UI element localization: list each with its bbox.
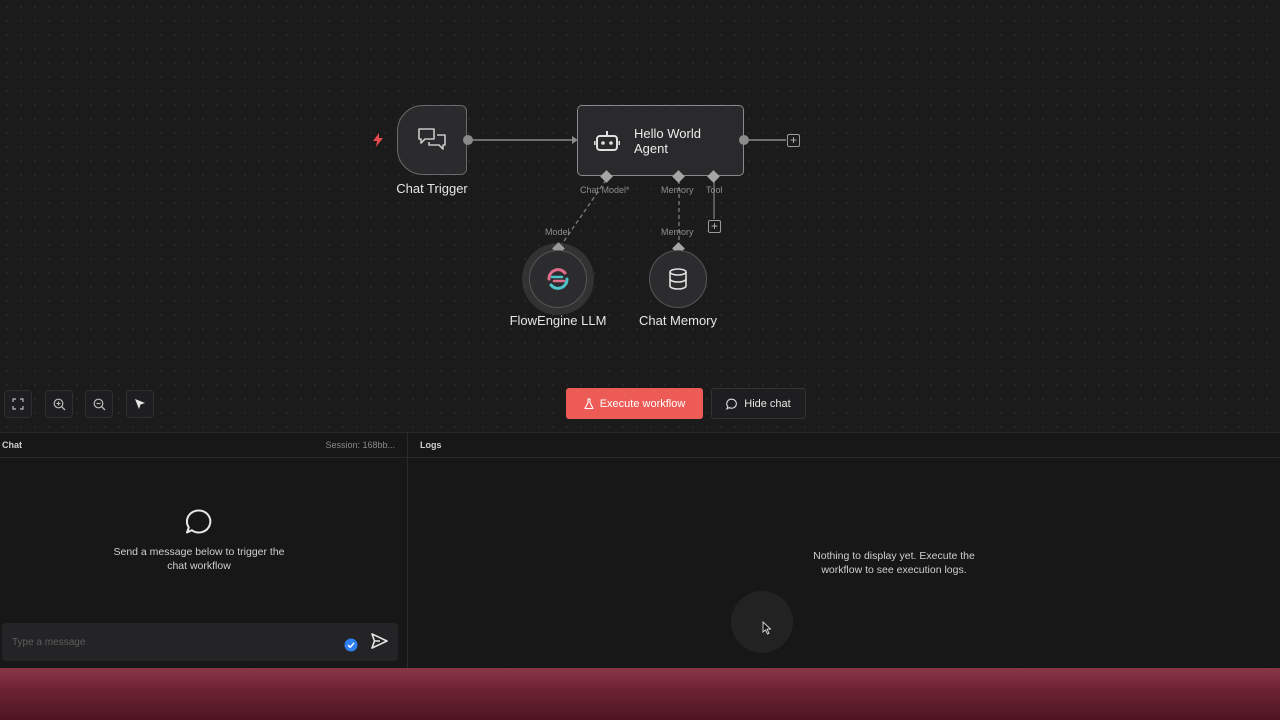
message-input-box (2, 623, 398, 661)
fit-view-button[interactable] (4, 390, 32, 418)
zoom-in-icon (53, 398, 65, 410)
chat-memory-label: Chat Memory (638, 313, 718, 328)
chat-bubbles-icon (418, 128, 446, 150)
connections-layer (472, 136, 786, 245)
add-tool-button[interactable]: + (708, 220, 721, 233)
bottom-panel: Chat Session: 168bb... Send a message be… (0, 432, 1280, 669)
chat-empty-icon (185, 509, 212, 534)
lightning-icon (373, 133, 383, 147)
chat-empty-text: Send a message below to trigger the chat… (113, 546, 285, 572)
session-id: Session: 168bb... (325, 440, 395, 450)
add-node-button[interactable]: + (787, 134, 800, 147)
workflow-canvas[interactable]: Chat Trigger Hello World Agent + Chat Mo… (0, 0, 1280, 432)
send-icon[interactable] (371, 633, 388, 649)
agent-title: Hello World Agent (634, 126, 701, 156)
tool-port-label: Tool (706, 185, 723, 195)
hello-world-agent-node[interactable]: Hello World Agent (577, 105, 744, 176)
logs-panel-header: Logs (408, 433, 1280, 458)
mouse-pointer-icon (762, 621, 772, 635)
footer-band (0, 668, 1280, 720)
memory-port-label: Memory (661, 185, 694, 195)
model-input-label: Model (545, 227, 570, 237)
hide-chat-button[interactable]: Hide chat (711, 388, 806, 419)
select-tool-button[interactable] (126, 390, 154, 418)
cursor-icon (135, 399, 145, 409)
logs-panel: Logs Nothing to display yet. Execute the… (408, 433, 1280, 669)
trigger-output-handle[interactable] (463, 135, 473, 145)
flowengine-llm-label: FlowEngine LLM (509, 313, 607, 328)
chat-panel: Chat Session: 168bb... Send a message be… (0, 433, 408, 669)
chat-trigger-label: Chat Trigger (396, 181, 468, 196)
agent-output-handle[interactable] (739, 135, 749, 145)
hide-chat-label: Hide chat (744, 397, 791, 410)
robot-icon (594, 131, 620, 151)
zoom-in-button[interactable] (45, 390, 73, 418)
memory-input-label: Memory (661, 227, 694, 237)
logs-empty-text: Nothing to display yet. Execute the work… (813, 550, 975, 576)
message-input[interactable] (10, 633, 334, 651)
database-icon (669, 268, 687, 290)
chat-memory-node[interactable] (649, 250, 707, 308)
execute-workflow-button[interactable]: Execute workflow (566, 388, 703, 419)
chat-trigger-node[interactable] (397, 105, 467, 175)
zoom-out-button[interactable] (85, 390, 113, 418)
fit-view-icon (12, 398, 24, 410)
execute-workflow-label: Execute workflow (599, 397, 686, 410)
flowengine-llm-node[interactable] (529, 250, 587, 308)
chat-bubble-icon (726, 398, 738, 410)
flowengine-logo-icon (547, 268, 569, 290)
chat-model-port-label: Chat Model* (580, 185, 630, 195)
flask-icon (584, 397, 594, 409)
logs-panel-title: Logs (420, 440, 442, 450)
chat-panel-header: Chat Session: 168bb... (0, 433, 407, 458)
chat-panel-title: Chat (2, 440, 22, 450)
zoom-out-icon (93, 398, 105, 410)
check-badge-icon (344, 638, 358, 652)
